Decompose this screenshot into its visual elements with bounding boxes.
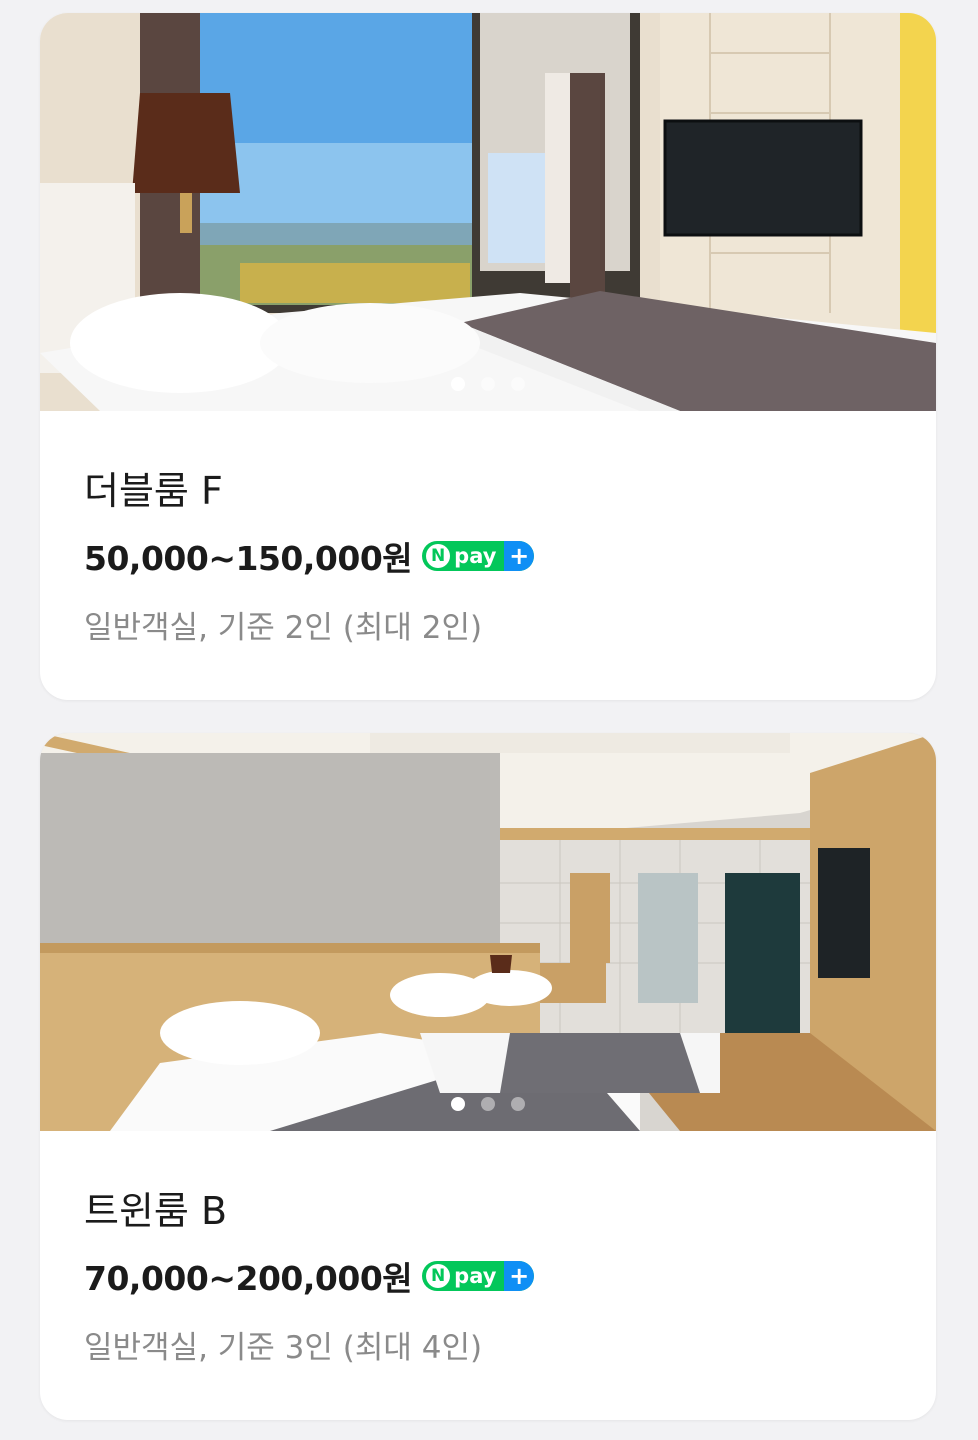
npay-plus-badge: N pay + xyxy=(422,541,535,571)
room-card-double-f[interactable]: 더블룸 F 50,000~150,000원 N pay + 일반객실, 기준 2… xyxy=(40,13,936,700)
room-photo-image xyxy=(40,13,936,411)
room-price: 70,000~200,000원 xyxy=(84,1259,413,1298)
photo-pagination-dots xyxy=(40,377,936,391)
npay-pay-label: pay xyxy=(454,544,497,568)
npay-n-icon: N xyxy=(426,544,451,568)
photo-pagination-dots xyxy=(40,1097,936,1111)
room-card-twin-b[interactable]: 트윈룸 B 70,000~200,000원 N pay + 일반객실, 기준 3… xyxy=(40,733,936,1420)
room-photo-image xyxy=(40,733,936,1131)
room-photo[interactable] xyxy=(40,13,936,411)
pagination-dot[interactable] xyxy=(451,1097,465,1111)
plus-icon: + xyxy=(504,1261,535,1291)
room-name: 트윈룸 B xyxy=(84,1189,228,1233)
pagination-dot[interactable] xyxy=(511,1097,525,1111)
room-price: 50,000~150,000원 xyxy=(84,539,413,578)
room-photo[interactable] xyxy=(40,733,936,1131)
pagination-dot[interactable] xyxy=(481,377,495,391)
pagination-dot[interactable] xyxy=(451,377,465,391)
pagination-dot[interactable] xyxy=(511,377,525,391)
room-description: 일반객실, 기준 3인 (최대 4인) xyxy=(84,1330,483,1366)
npay-plus-badge: N pay + xyxy=(422,1261,535,1291)
room-description: 일반객실, 기준 2인 (최대 2인) xyxy=(84,610,483,646)
npay-n-icon: N xyxy=(426,1264,451,1288)
npay-pay-label: pay xyxy=(454,1264,497,1288)
pagination-dot[interactable] xyxy=(481,1097,495,1111)
plus-icon: + xyxy=(504,541,535,571)
room-name: 더블룸 F xyxy=(84,469,223,513)
